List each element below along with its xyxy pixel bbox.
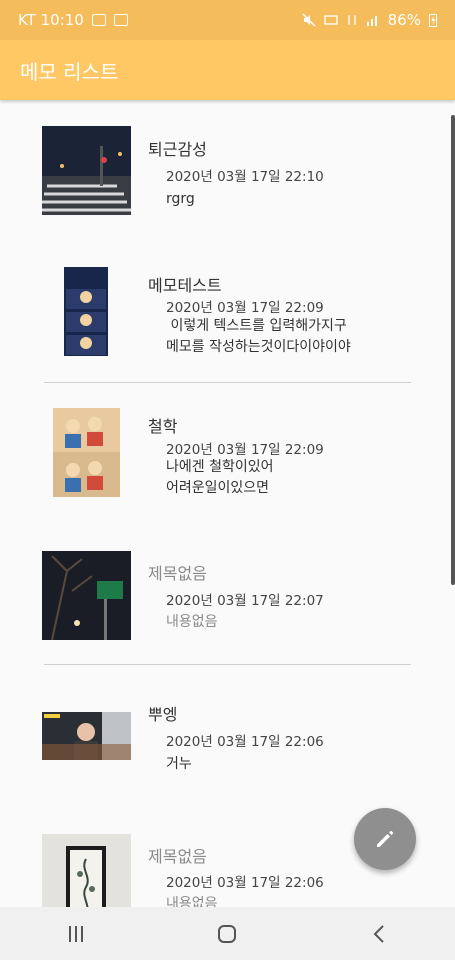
status-bar: KT 10:10 86% — [0, 0, 455, 40]
memo-list[interactable]: 퇴근감성 2020년 03월 17일 22:10 rgrg 메모테스트 2020… — [0, 100, 455, 907]
app-bar: 메모 리스트 — [0, 40, 455, 100]
pencil-icon — [377, 830, 394, 847]
memo-body: 내용없음 — [166, 896, 218, 907]
list-item[interactable]: 철학 2020년 03월 17일 22:09 나에겐 철학이있어 어려운일이있으… — [0, 383, 455, 523]
memo-body: 나에겐 철학이있어 어려운일이있으면 — [166, 459, 274, 496]
back-icon — [373, 924, 384, 943]
carrier-time: KT 10:10 — [18, 11, 84, 29]
battery-percent: 86% — [387, 11, 421, 29]
memo-date: 2020년 03월 17일 22:06 — [166, 734, 324, 750]
memo-body: 내용없음 — [166, 614, 218, 630]
list-item[interactable]: 제목없음 2020년 03월 17일 22:07 내용없음 — [0, 523, 455, 664]
list-item[interactable]: 퇴근감성 2020년 03월 17일 22:10 rgrg — [0, 100, 455, 235]
memo-thumbnail — [42, 126, 131, 215]
wifi-calling-icon — [324, 15, 338, 25]
memo-date: 2020년 03월 17일 22:10 — [166, 169, 324, 185]
gallery-notification-icon — [91, 14, 106, 26]
memo-thumbnail — [42, 551, 131, 640]
scrollbar[interactable] — [451, 115, 455, 585]
memo-title: 메모테스트 — [148, 276, 222, 295]
lte-icon — [348, 15, 356, 25]
memo-thumbnail — [42, 712, 131, 760]
memo-date: 2020년 03월 17일 22:09 — [166, 300, 324, 316]
memo-body: 거누 — [166, 756, 192, 772]
memo-date: 2020년 03월 17일 22:06 — [166, 875, 324, 891]
memo-date: 2020년 03월 17일 22:07 — [166, 593, 324, 609]
list-item[interactable]: 뿌엥 2020년 03월 17일 22:06 거누 — [0, 665, 455, 805]
memo-thumbnail — [42, 834, 131, 907]
mute-icon — [302, 13, 316, 27]
memo-title: 제목없음 — [148, 847, 207, 866]
home-button[interactable] — [197, 914, 257, 954]
list-item[interactable]: 메모테스트 2020년 03월 17일 22:09 이렇게 텍스트를 입력해가지… — [0, 235, 455, 383]
recent-apps-icon — [68, 925, 83, 942]
memo-thumbnail — [64, 267, 108, 356]
memo-title: 뿌엥 — [148, 705, 178, 724]
recent-apps-button[interactable] — [46, 914, 106, 954]
status-bar-left: KT 10:10 — [18, 11, 128, 29]
memo-title: 철학 — [148, 417, 178, 436]
status-bar-right: 86% — [302, 11, 437, 29]
add-memo-button[interactable] — [354, 808, 416, 870]
memo-date: 2020년 03월 17일 22:09 — [166, 442, 324, 458]
memo-thumbnail — [53, 408, 120, 497]
system-nav-bar — [0, 907, 455, 960]
home-icon — [218, 924, 237, 943]
back-button[interactable] — [349, 914, 409, 954]
app-notification-icon — [113, 14, 128, 26]
memo-body: rgrg — [166, 191, 195, 207]
memo-body: 이렇게 텍스트를 입력해가지구 메모를 작성하는것이다이야이야 — [166, 318, 351, 355]
page-title: 메모 리스트 — [20, 59, 119, 84]
signal-icon — [366, 16, 377, 26]
memo-title: 제목없음 — [148, 564, 207, 583]
battery-charging-icon — [429, 14, 437, 27]
memo-title: 퇴근감성 — [148, 140, 207, 159]
